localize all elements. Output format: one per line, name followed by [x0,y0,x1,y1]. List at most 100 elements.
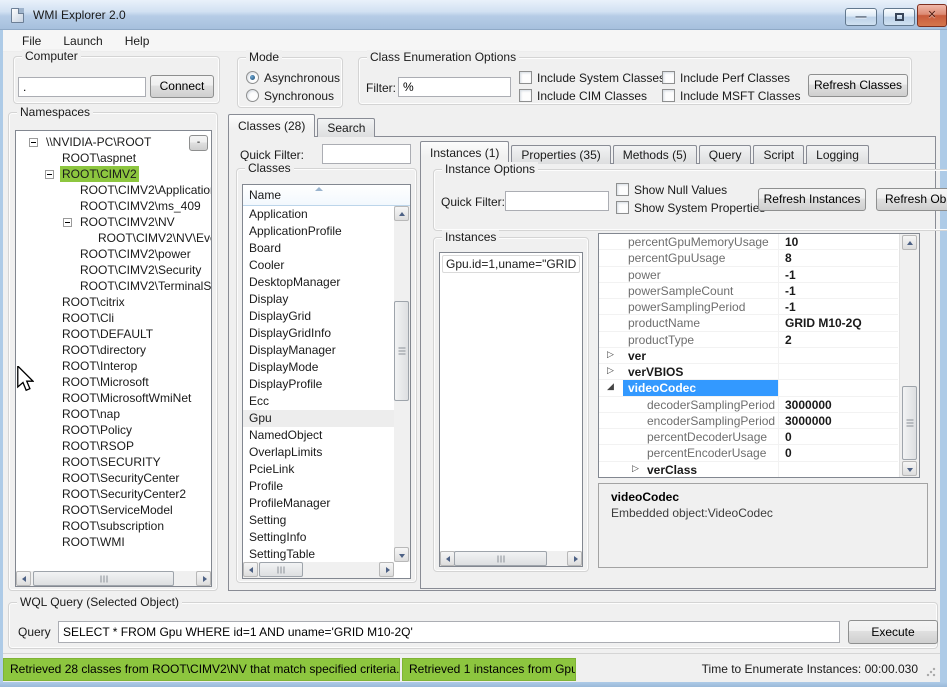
class-list-item[interactable]: Board [243,240,394,257]
namespaces-hscrollbar[interactable] [16,571,211,586]
property-name-cell[interactable]: percentDecoderUsage [599,429,779,444]
close-button[interactable]: ✕ [917,4,947,27]
class-list-item[interactable]: Setting [243,512,394,529]
tree-item[interactable]: ROOT\CIMV2 [16,166,211,182]
class-list-item[interactable]: Application [243,206,394,223]
property-row[interactable]: percentDecoderUsage0 [599,429,898,445]
tab-methods-5-[interactable]: Methods (5) [613,145,697,164]
class-list-item[interactable]: PcieLink [243,461,394,478]
tab-classes-28-[interactable]: Classes (28) [228,114,315,137]
scroll-down-icon[interactable] [394,547,409,562]
expander-collapsed-icon[interactable]: ▷ [607,349,614,360]
class-list-item[interactable]: Gpu [243,410,394,427]
property-name-cell[interactable]: percentGpuMemoryUsage [599,234,779,249]
refresh-classes-button[interactable]: Refresh Classes [808,74,908,97]
tree-item[interactable]: ROOT\WMI [16,534,211,550]
instance-item[interactable]: Gpu.id=1,uname="GRID M10- [442,255,580,273]
tree-item[interactable]: ROOT\SECURITY [16,454,211,470]
tree-expander-minus-icon[interactable] [63,218,72,227]
classes-quick-filter-input[interactable] [322,144,411,164]
property-name-cell[interactable]: productType [599,332,779,347]
scroll-left-icon[interactable] [440,551,455,566]
scroll-down-icon[interactable] [902,461,917,476]
class-list-item[interactable]: Ecc [243,393,394,410]
classes-hscroll-thumb[interactable] [259,562,303,577]
classes-hscrollbar[interactable] [243,562,394,578]
tree-item[interactable]: ROOT\directory [16,342,211,358]
tree-item[interactable]: ROOT\CIMV2\NV [16,214,211,230]
tab-query[interactable]: Query [699,145,752,164]
class-list-item[interactable]: Profile [243,478,394,495]
tree-expander-minus-icon[interactable] [45,170,54,179]
tree-item[interactable]: ROOT\CIMV2\NV\Even [16,230,211,246]
property-name-cell[interactable]: ▷verVBIOS [599,364,779,379]
property-row[interactable]: productNameGRID M10-2Q [599,315,898,331]
tree-item[interactable]: ROOT\SecurityCenter [16,470,211,486]
show-system-properties-checkbox[interactable] [616,201,629,214]
tree-item[interactable]: ROOT\ServiceModel [16,502,211,518]
expander-collapsed-icon[interactable]: ▷ [607,365,614,376]
scroll-right-icon[interactable] [196,571,211,586]
class-list-item[interactable]: DesktopManager [243,274,394,291]
grid-vscrollbar[interactable] [899,234,919,477]
include-cim-classes-checkbox[interactable] [519,89,532,102]
scroll-up-icon[interactable] [394,206,409,221]
expander-expanded-icon[interactable]: ◢ [607,381,614,392]
menu-help[interactable]: Help [114,31,161,51]
property-name-cell[interactable]: ◢videoCodec [599,380,779,395]
maximize-button[interactable] [883,8,915,26]
tree-item[interactable]: ROOT\citrix [16,294,211,310]
query-input[interactable]: SELECT * FROM Gpu WHERE id=1 AND uname='… [58,621,840,643]
namespaces-hscroll-thumb[interactable] [33,571,174,586]
scroll-left-icon[interactable] [16,571,31,586]
class-list-item[interactable]: SettingInfo [243,529,394,546]
property-name-cell[interactable]: powerSamplingPeriod [599,299,779,314]
instances-hscroll-thumb[interactable] [454,551,547,566]
refresh-instances-button[interactable]: Refresh Instances [758,188,866,211]
asynchronous-radio[interactable] [246,71,259,84]
resize-grip[interactable] [926,667,936,677]
property-row[interactable]: ◢videoCodec [599,380,898,396]
class-list-item[interactable]: ProfileManager [243,495,394,512]
tree-item[interactable]: ROOT\Microsoft [16,374,211,390]
property-grid[interactable]: percentGpuMemoryUsage10percentGpuUsage8p… [598,233,920,478]
tree-item[interactable]: ROOT\CIMV2\Security [16,262,211,278]
tree-item[interactable]: ROOT\nap [16,406,211,422]
minimize-button[interactable]: — [845,8,877,26]
computer-input[interactable]: . [18,77,146,97]
property-row[interactable]: encoderSamplingPeriod3000000 [599,413,898,429]
expander-collapsed-icon[interactable]: ▷ [632,463,639,474]
tree-item[interactable]: ROOT\Interop [16,358,211,374]
instances-hscrollbar[interactable] [440,551,582,566]
class-list-item[interactable]: Display [243,291,394,308]
tree-item[interactable]: ROOT\Cli [16,310,211,326]
grid-vscroll-thumb[interactable] [902,386,917,460]
classes-column-header[interactable]: Name [243,185,410,206]
class-list-item[interactable]: Cooler [243,257,394,274]
synchronous-radio[interactable] [246,89,259,102]
class-list-item[interactable]: DisplayProfile [243,376,394,393]
instance-quick-filter-input[interactable] [505,191,609,211]
property-row[interactable]: percentEncoderUsage0 [599,445,898,461]
instances-listbox[interactable]: Gpu.id=1,uname="GRID M10- [439,252,583,567]
property-row[interactable]: productType2 [599,332,898,348]
property-name-cell[interactable]: percentGpuUsage [599,250,779,265]
tree-item[interactable]: ROOT\RSOP [16,438,211,454]
refresh-object-button[interactable]: Refresh Ob [876,188,947,211]
property-name-cell[interactable]: powerSampleCount [599,283,779,298]
property-row[interactable]: powerSampleCount-1 [599,283,898,299]
tree-item[interactable]: \\NVIDIA-PC\ROOT [16,134,211,150]
menu-file[interactable]: File [11,31,52,51]
scroll-up-icon[interactable] [902,235,917,250]
tree-item[interactable]: ROOT\subscription [16,518,211,534]
tree-item[interactable]: ROOT\CIMV2\power [16,246,211,262]
execute-button[interactable]: Execute [848,620,938,644]
classes-vscroll-thumb[interactable] [394,301,409,401]
property-row[interactable]: power-1 [599,267,898,283]
class-list-item[interactable]: DisplayManager [243,342,394,359]
class-list-item[interactable]: OverlapLimits [243,444,394,461]
class-list-item[interactable]: DisplayMode [243,359,394,376]
scroll-right-icon[interactable] [567,551,582,566]
tree-item[interactable]: ROOT\MicrosoftWmiNet [16,390,211,406]
menu-launch[interactable]: Launch [52,31,113,51]
